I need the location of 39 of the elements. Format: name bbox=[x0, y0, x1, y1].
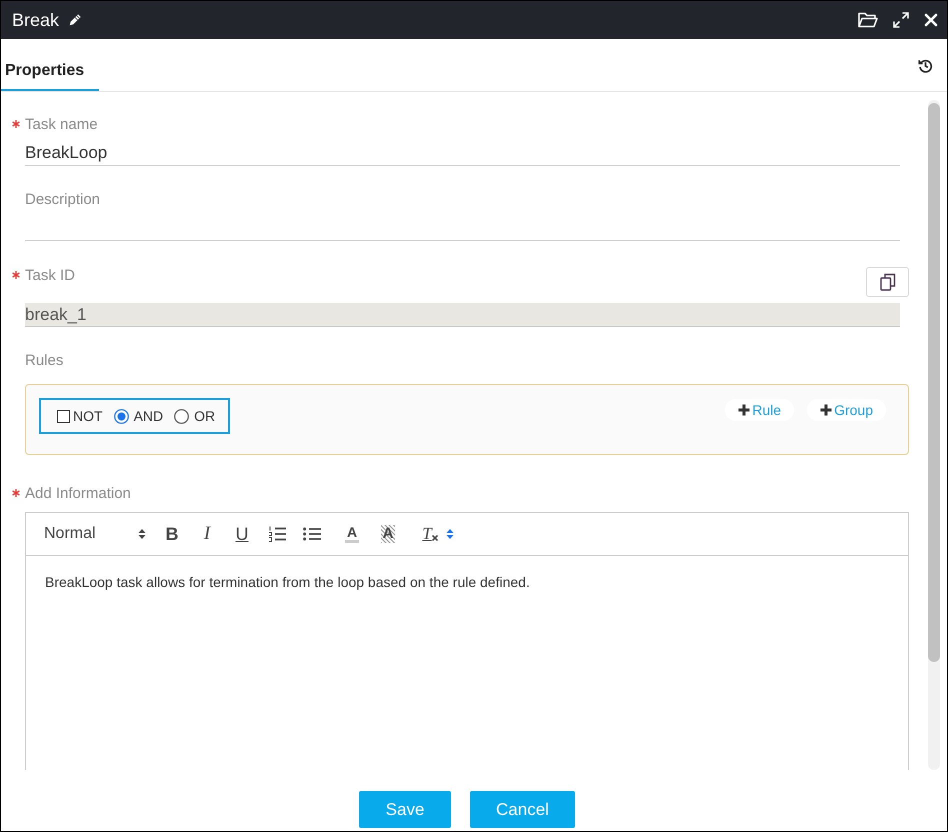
updown-caret-icon[interactable] bbox=[446, 528, 454, 540]
field-label: Add Information bbox=[25, 484, 131, 504]
plus-icon bbox=[820, 404, 832, 416]
numbered-list-icon bbox=[268, 526, 286, 542]
field-label: Description bbox=[25, 190, 100, 210]
field-label: Rules bbox=[25, 351, 64, 371]
copy-button[interactable] bbox=[866, 267, 909, 297]
window-title: Break bbox=[12, 9, 60, 32]
radio-button[interactable] bbox=[174, 408, 190, 424]
plus-icon bbox=[738, 404, 750, 416]
history-icon[interactable] bbox=[918, 58, 933, 72]
tab[interactable]: Properties bbox=[1, 53, 99, 91]
text-color-button[interactable]: A bbox=[338, 522, 366, 546]
underline-button[interactable]: U bbox=[228, 522, 256, 546]
checkbox[interactable] bbox=[57, 410, 70, 422]
folder-icon[interactable] bbox=[858, 12, 878, 28]
readonly-field[interactable]: break_1 bbox=[25, 303, 900, 327]
text-field[interactable]: BreakLoop bbox=[25, 135, 900, 166]
scrollbar-thumb[interactable] bbox=[928, 103, 940, 662]
copy-icon bbox=[880, 273, 896, 291]
bullet-list-icon bbox=[303, 527, 321, 541]
checkbox-label: NOT bbox=[73, 406, 103, 426]
expand-icon[interactable] bbox=[893, 12, 909, 28]
close-icon[interactable] bbox=[924, 13, 938, 27]
pencil-icon[interactable] bbox=[68, 13, 82, 27]
scrollbar[interactable] bbox=[928, 100, 940, 770]
italic-button[interactable]: I bbox=[193, 522, 221, 546]
field-label: Task ID bbox=[25, 266, 76, 286]
field-label: Task name bbox=[25, 115, 98, 135]
background-color-button[interactable]: A bbox=[374, 522, 402, 546]
clear-format-button[interactable]: T bbox=[416, 522, 444, 546]
format-dropdown[interactable]: Normal bbox=[44, 522, 158, 546]
bold-button[interactable]: B bbox=[158, 522, 186, 546]
editor-text: BreakLoop task allows for termination from the loop based on the rule defined. bbox=[44, 573, 531, 592]
updown-caret-icon bbox=[138, 528, 146, 540]
x-icon bbox=[432, 535, 438, 541]
radio-button[interactable] bbox=[114, 408, 129, 424]
radio-label: OR bbox=[194, 406, 216, 426]
radio-label: AND bbox=[134, 406, 164, 426]
